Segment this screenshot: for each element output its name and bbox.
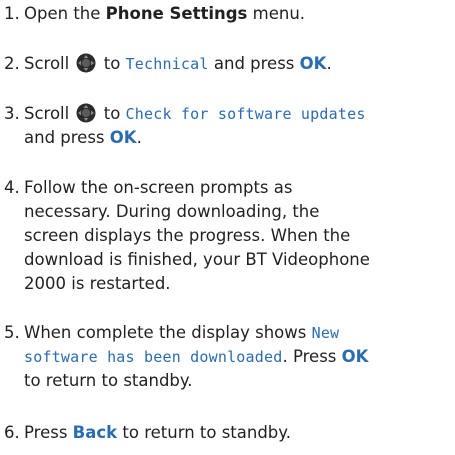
text-run: screen displays the progress. When the [24, 226, 351, 245]
text-run: Scroll [24, 54, 75, 73]
text-run: 2000 is restarted. [24, 274, 171, 293]
key-label: Back [72, 423, 118, 442]
key-label: OK [341, 347, 369, 366]
text-run: to return to standby. [117, 423, 291, 442]
key-label: OK [299, 54, 327, 73]
text-run: When complete the display shows [24, 323, 312, 342]
step-number: 5. [4, 323, 20, 342]
step-line: to return to standby. [24, 369, 193, 393]
text-run: download is finished, your BT Videophone [24, 250, 370, 269]
lcd-text: Technical [125, 55, 209, 73]
lcd-text: Check for software updates [125, 105, 366, 123]
text-run: to [98, 104, 126, 123]
step-line: Scroll to Check for software updates [24, 102, 366, 126]
navigation-joystick-icon [76, 103, 96, 123]
text-run: . [136, 128, 142, 147]
lcd-text: New [311, 324, 340, 342]
text-run: Open the [24, 4, 106, 23]
step-number: 6. [4, 423, 20, 442]
text-run: to [98, 54, 126, 73]
lcd-text: software has been downloaded [24, 348, 283, 366]
navigation-joystick-icon [76, 53, 96, 73]
step-number: 2. [4, 54, 20, 73]
step-line: necessary. During downloading, the [24, 200, 319, 224]
step-line: Press Back to return to standby. [24, 421, 291, 445]
text-run: Follow the on-screen prompts as [24, 178, 293, 197]
step-line: 2000 is restarted. [24, 272, 171, 296]
text-run: to return to standby. [24, 371, 193, 390]
step-number: 3. [4, 104, 20, 123]
step-line: software has been downloaded. Press OK [24, 345, 368, 369]
text-run: menu. [247, 4, 306, 23]
text-run: . Press [282, 347, 342, 366]
step-line: and press OK. [24, 126, 142, 150]
step-number: 4. [4, 178, 20, 197]
step-number: 1. [4, 4, 20, 23]
step-line: screen displays the progress. When the [24, 224, 350, 248]
text-run: Press [24, 423, 73, 442]
text-run: Scroll [24, 104, 75, 123]
key-label: Phone Settings [105, 4, 248, 23]
text-run: . [326, 54, 332, 73]
key-label: OK [109, 128, 137, 147]
step-line: Open the Phone Settings menu. [24, 2, 305, 26]
step-line: Follow the on-screen prompts as [24, 176, 292, 200]
text-run: and press [24, 128, 110, 147]
text-run: necessary. During downloading, the [24, 202, 320, 221]
step-line: When complete the display shows New [24, 321, 339, 345]
step-line: download is finished, your BT Videophone [24, 248, 370, 272]
text-run: and press [208, 54, 300, 73]
step-line: Scroll to Technical and press OK. [24, 52, 332, 76]
